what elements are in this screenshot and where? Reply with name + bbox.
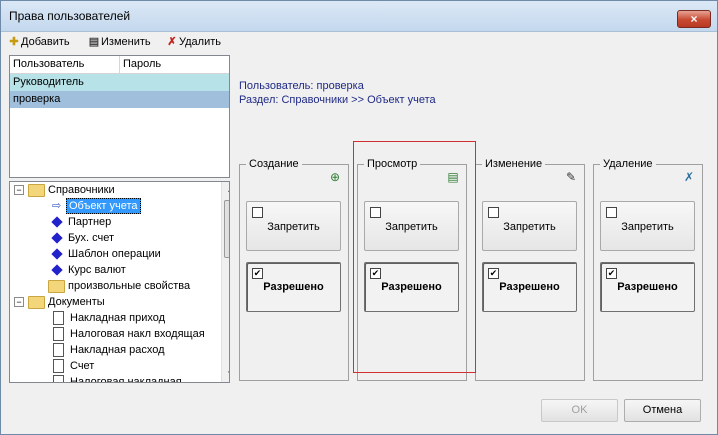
close-icon: × [690, 12, 698, 26]
document-icon [53, 343, 64, 357]
tree-node-documents[interactable]: − Документы [10, 294, 221, 310]
tree-node-bill[interactable]: Счет [10, 358, 221, 374]
document-icon [53, 311, 64, 325]
cell-user: проверка [13, 93, 61, 105]
column-header-password[interactable]: Пароль [123, 58, 161, 70]
permission-group-edit: Изменение ✎ Запретить ✔ Разрешено [475, 158, 585, 381]
group-title: Изменение [482, 158, 546, 170]
tree-node-account[interactable]: Бух. счет [10, 230, 221, 246]
diamond-icon [51, 216, 63, 228]
permission-group-delete: Удаление ✗ Запретить ✔ Разрешено [593, 158, 703, 381]
column-header-user[interactable]: Пользователь [13, 58, 84, 70]
folder-icon [28, 184, 45, 197]
scroll-up-icon[interactable]: ▲ [222, 182, 229, 198]
arrow-right-icon: ⇨ [52, 200, 62, 212]
document-icon [53, 327, 64, 341]
user-name: проверка [316, 80, 364, 92]
scroll-down-icon[interactable]: ▼ [222, 366, 229, 382]
add-button[interactable]: ✚ Добавить [7, 33, 69, 51]
sections-tree: − Справочники ⇨ Объект учета Партнер Бух… [9, 181, 230, 383]
deny-button[interactable]: Запретить [600, 201, 695, 251]
add-icon: ✚ [9, 36, 19, 48]
permission-group-create: Создание ⊕ Запретить ✔ Разрешено [239, 158, 349, 381]
section-path: Справочники >> Объект учета [281, 94, 436, 106]
collapse-icon[interactable]: − [14, 297, 24, 307]
allow-button[interactable]: ✔ Разрешено [482, 262, 577, 312]
tree-node-exchange-rate[interactable]: Курс валют [10, 262, 221, 278]
document-icon [53, 375, 64, 382]
group-title: Создание [246, 158, 302, 170]
allow-button[interactable]: ✔ Разрешено [600, 262, 695, 312]
deny-checkbox[interactable] [488, 207, 499, 218]
diamond-icon [51, 264, 63, 276]
diamond-icon [51, 232, 63, 244]
cancel-button[interactable]: Отмена [624, 399, 701, 422]
deny-button[interactable]: Запретить [482, 201, 577, 251]
tree-node-outgoing-invoice[interactable]: Накладная расход [10, 342, 221, 358]
table-row[interactable]: Руководитель [10, 74, 229, 91]
tree-node-operation-template[interactable]: Шаблон операции [10, 246, 221, 262]
tree-node-custom-properties[interactable]: произвольные свойства [10, 278, 221, 294]
table-row[interactable]: проверка [10, 91, 229, 108]
diamond-icon [51, 248, 63, 260]
allow-checkbox[interactable]: ✔ [252, 268, 263, 279]
users-grid: Пользователь Пароль Руководитель проверк… [9, 55, 230, 178]
tree-node-tax-invoice[interactable]: Налоговая накладная [10, 374, 221, 382]
allow-button[interactable]: ✔ Разрешено [246, 262, 341, 312]
grid-header: Пользователь Пароль [10, 56, 229, 74]
edit-button[interactable]: ▤ Изменить [87, 33, 151, 51]
deny-checkbox[interactable] [606, 207, 617, 218]
delete-button[interactable]: ✗ Удалить [165, 33, 221, 51]
title-bar: Права пользователей × [1, 1, 717, 32]
folder-icon [48, 280, 65, 293]
section-info: Раздел: Справочники >> Объект учета [239, 94, 436, 106]
tree-node-incoming-invoice[interactable]: Накладная приход [10, 310, 221, 326]
window-title: Права пользователей [9, 9, 131, 23]
edit-document-icon: ✎ [565, 170, 577, 184]
close-button[interactable]: × [677, 10, 711, 28]
group-title: Удаление [600, 158, 656, 170]
deny-button[interactable]: Запретить [246, 201, 341, 251]
user-info: Пользователь: проверка [239, 80, 364, 92]
allow-checkbox[interactable]: ✔ [606, 268, 617, 279]
create-document-icon: ⊕ [329, 170, 341, 184]
deny-checkbox[interactable] [252, 207, 263, 218]
highlight-frame [353, 141, 476, 373]
scrollbar-thumb[interactable] [224, 200, 229, 258]
document-icon [53, 359, 64, 373]
delete-icon: ✗ [167, 36, 177, 48]
folder-icon [28, 296, 45, 309]
collapse-icon[interactable]: − [14, 185, 24, 195]
tree-node-partner[interactable]: Партнер [10, 214, 221, 230]
tree-node-accounting-object[interactable]: ⇨ Объект учета [10, 198, 221, 214]
tree-node-reference-books[interactable]: − Справочники [10, 182, 221, 198]
allow-checkbox[interactable]: ✔ [488, 268, 499, 279]
edit-icon: ▤ [88, 36, 100, 48]
user-rights-window: Права пользователей × ✚ Добавить ▤ Изменит… [0, 0, 718, 435]
column-divider [119, 56, 120, 73]
tree-node-incoming-tax-invoice[interactable]: Налоговая накл входящая [10, 326, 221, 342]
ok-button[interactable]: OK [541, 399, 618, 422]
delete-document-icon: ✗ [683, 170, 695, 184]
cell-user: Руководитель [13, 76, 84, 88]
tree-scrollbar[interactable]: ▲ ▼ [221, 182, 229, 382]
